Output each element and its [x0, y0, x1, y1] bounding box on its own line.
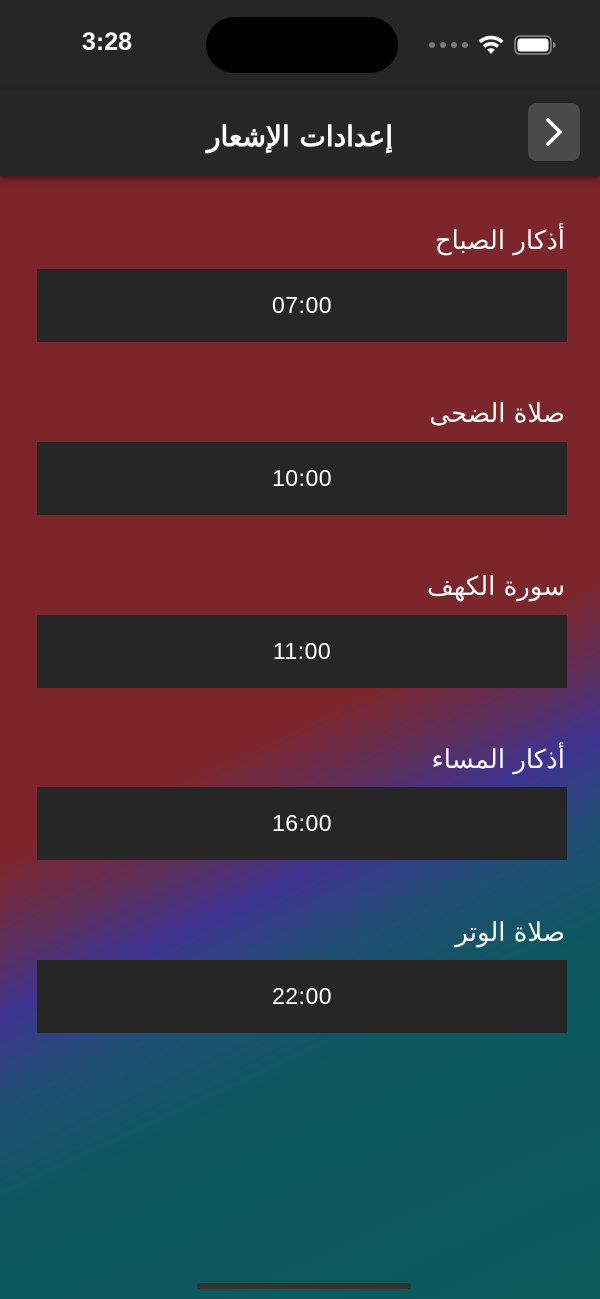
label-duha-prayer: صلاة الضحى [429, 399, 565, 429]
status-time: 3:28 [82, 28, 133, 56]
dynamic-island [206, 17, 398, 73]
wifi-icon [478, 35, 504, 55]
navigation-bar: إعدادات الإشعار [0, 90, 600, 176]
label-evening-adhkar: أذكار المساء [431, 745, 565, 775]
time-field-witr-prayer[interactable]: 22:00 [37, 960, 567, 1033]
notification-settings-list: أذكار الصباح 07:00 صلاة الضحى 10:00 سورة… [0, 176, 600, 1299]
status-bar: 3:28 [0, 0, 600, 90]
time-field-duha-prayer[interactable]: 10:00 [37, 442, 567, 515]
battery-icon [514, 35, 556, 55]
cellular-signal-icon [429, 42, 468, 48]
status-icons [429, 32, 556, 58]
time-field-evening-adhkar[interactable]: 16:00 [37, 787, 567, 860]
home-indicator[interactable] [197, 1283, 411, 1289]
label-surah-kahf: سورة الكهف [426, 572, 565, 602]
label-morning-adhkar: أذكار الصباح [434, 226, 565, 256]
time-field-surah-kahf[interactable]: 11:00 [37, 615, 567, 688]
label-witr-prayer: صلاة الوتر [455, 918, 565, 948]
time-field-morning-adhkar[interactable]: 07:00 [37, 269, 567, 342]
chevron-right-icon [546, 118, 562, 146]
page-title: إعدادات الإشعار [206, 120, 394, 153]
back-button[interactable] [528, 103, 580, 161]
